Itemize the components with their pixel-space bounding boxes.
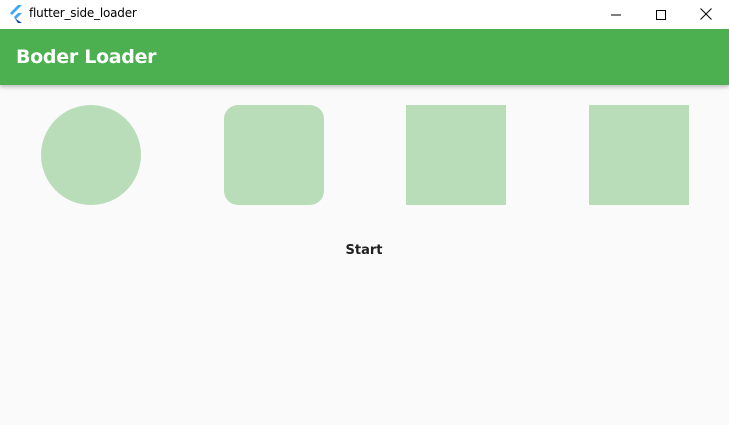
minimize-icon (611, 5, 621, 24)
close-icon (700, 5, 712, 24)
close-button[interactable] (683, 0, 729, 29)
start-button[interactable]: Start (332, 236, 396, 264)
app-bar-title: Boder Loader (16, 46, 157, 68)
window-title: flutter_side_loader (29, 6, 137, 20)
loader-circle-shape (41, 105, 141, 205)
minimize-button[interactable] (593, 0, 639, 29)
app-bar: Boder Loader (0, 29, 729, 85)
title-bar: flutter_side_loader (0, 0, 729, 29)
loader-rounded-square-shape (224, 105, 324, 205)
maximize-icon (656, 5, 666, 24)
loader-square-shape-1 (406, 105, 506, 205)
flutter-logo-icon (8, 5, 24, 23)
maximize-button[interactable] (638, 0, 684, 29)
loader-square-shape-2 (589, 105, 689, 205)
app-window: flutter_side_loader Boder Loader Start (0, 0, 729, 425)
